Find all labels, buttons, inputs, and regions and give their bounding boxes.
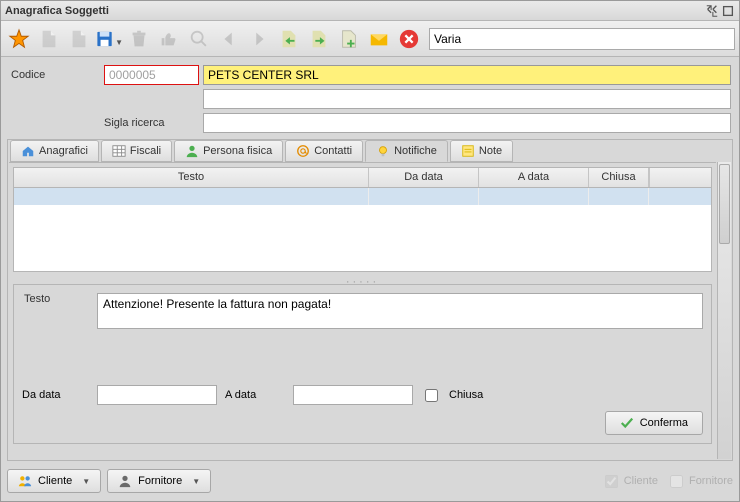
prev-button[interactable] — [215, 25, 243, 53]
next-button[interactable] — [245, 25, 273, 53]
edit-panel: Testo Da data A data Chiusa — [13, 284, 712, 444]
col-testo[interactable]: Testo — [14, 168, 369, 187]
col-da-data[interactable]: Da data — [369, 168, 479, 187]
note-icon — [461, 144, 475, 158]
window-maximize-icon[interactable] — [721, 4, 735, 18]
doc-new-button[interactable] — [35, 25, 63, 53]
tabbar: Anagrafici Fiscali Persona fisica Contat… — [8, 139, 732, 162]
at-icon — [296, 144, 310, 158]
name-input[interactable] — [203, 65, 731, 85]
mode-field[interactable] — [429, 28, 735, 50]
fornitore-check: Fornitore — [666, 472, 733, 491]
window-restore-icon[interactable] — [705, 4, 719, 18]
person-icon — [185, 144, 199, 158]
tab-notifiche[interactable]: Notifiche — [365, 140, 448, 162]
tab-note[interactable]: Note — [450, 140, 513, 162]
mail-button[interactable] — [365, 25, 393, 53]
tab-contatti[interactable]: Contatti — [285, 140, 363, 162]
app-window: Anagrafica Soggetti ▼ — [0, 0, 740, 502]
doc-open-button[interactable] — [65, 25, 93, 53]
a-data-label: A data — [225, 389, 285, 401]
confirm-button[interactable]: Conferma — [605, 411, 703, 435]
table-header: Testo Da data A data Chiusa — [14, 168, 711, 188]
chiusa-checkbox[interactable] — [425, 389, 438, 402]
home-icon — [21, 144, 35, 158]
split-handle[interactable]: ····· — [9, 276, 716, 284]
chiusa-label: Chiusa — [449, 389, 483, 401]
new-star-button[interactable] — [5, 25, 33, 53]
scrollbar-thumb[interactable] — [719, 164, 730, 244]
chevron-down-icon: ▼ — [82, 477, 90, 486]
code-input[interactable] — [104, 65, 199, 85]
fornitore-checkbox — [670, 475, 683, 488]
da-data-input[interactable] — [97, 385, 217, 405]
search-button[interactable] — [185, 25, 213, 53]
tab-persona-fisica[interactable]: Persona fisica — [174, 140, 283, 162]
cliente-checkbox — [605, 475, 618, 488]
code-label: Codice — [9, 69, 104, 81]
import-button[interactable] — [275, 25, 303, 53]
doc-plus-button[interactable] — [335, 25, 363, 53]
window-title: Anagrafica Soggetti — [5, 5, 109, 17]
cliente-button[interactable]: Cliente ▼ — [7, 469, 101, 493]
tabs-region: Anagrafici Fiscali Persona fisica Contat… — [7, 139, 733, 461]
da-data-label: Da data — [22, 389, 89, 401]
people-icon — [18, 474, 32, 488]
cancel-button[interactable] — [395, 25, 423, 53]
cliente-check: Cliente — [601, 472, 658, 491]
panel-body: Codice Sigla ricerca Anagrafici — [1, 57, 739, 501]
export-button[interactable] — [305, 25, 333, 53]
extra-input[interactable] — [203, 89, 731, 109]
thumbs-button[interactable] — [155, 25, 183, 53]
search-input[interactable] — [203, 113, 731, 133]
col-chiusa[interactable]: Chiusa — [589, 168, 649, 187]
fornitore-button[interactable]: Fornitore ▼ — [107, 469, 211, 493]
search-label: Sigla ricerca — [9, 117, 199, 129]
check-icon — [620, 416, 634, 430]
notify-table: Testo Da data A data Chiusa — [13, 167, 712, 272]
save-dropdown-icon[interactable]: ▼ — [115, 38, 123, 47]
top-fields: Codice Sigla ricerca — [1, 57, 739, 137]
table-row[interactable] — [14, 188, 711, 205]
scrollbar[interactable] — [717, 162, 731, 459]
col-a-data[interactable]: A data — [479, 168, 589, 187]
footer: Cliente ▼ Fornitore ▼ Cliente Fornitore — [7, 467, 733, 495]
testo-label: Testo — [22, 293, 97, 305]
person-icon — [118, 474, 132, 488]
titlebar: Anagrafica Soggetti — [1, 1, 739, 21]
save-button[interactable]: ▼ — [95, 25, 123, 53]
tab-fiscali[interactable]: Fiscali — [101, 140, 172, 162]
tab-content-notifiche: Testo Da data A data Chiusa ····· — [9, 162, 716, 459]
trash-button[interactable] — [125, 25, 153, 53]
a-data-input[interactable] — [293, 385, 413, 405]
tab-anagrafici[interactable]: Anagrafici — [10, 140, 99, 162]
testo-textarea[interactable] — [97, 293, 703, 329]
chevron-down-icon: ▼ — [192, 477, 200, 486]
table-icon — [112, 144, 126, 158]
toolbar: ▼ — [1, 21, 739, 57]
bulb-icon — [376, 144, 390, 158]
